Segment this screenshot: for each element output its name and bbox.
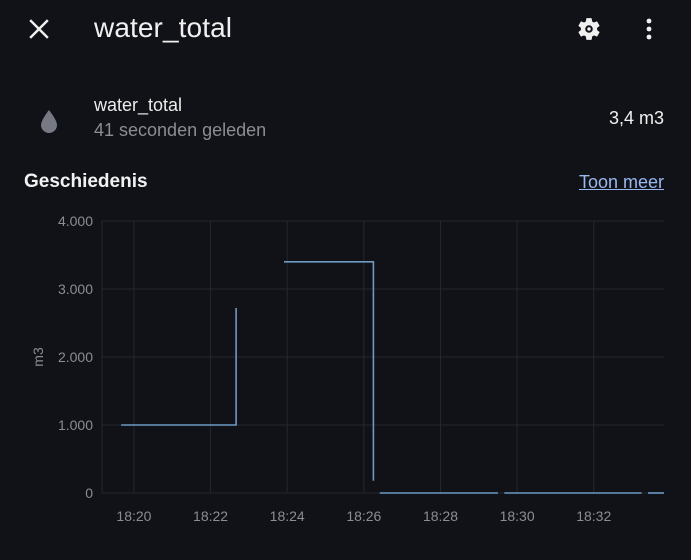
dialog-title: water_total xyxy=(94,12,233,43)
show-more-link[interactable]: Toon meer xyxy=(579,172,664,193)
history-title: Geschiedenis xyxy=(24,171,148,192)
y-tick-label: 0 xyxy=(85,485,93,501)
y-tick-label: 1.000 xyxy=(58,417,93,433)
x-tick-label: 18:30 xyxy=(500,508,535,524)
more-options-button[interactable] xyxy=(629,9,669,49)
series-line-segment xyxy=(284,260,375,481)
x-tick-label: 18:26 xyxy=(346,508,381,524)
dialog-header: water_total xyxy=(0,0,691,58)
x-tick-label: 18:22 xyxy=(193,508,228,524)
entity-name: water_total xyxy=(94,95,183,115)
x-axis-ticks: 18:20 18:22 18:24 18:26 18:28 18:30 18:32 xyxy=(116,508,611,524)
series-line-segment xyxy=(121,308,237,426)
y-tick-label: 2.000 xyxy=(58,349,93,365)
close-icon xyxy=(29,19,49,39)
y-axis-label: m3 xyxy=(30,347,46,367)
y-axis-ticks: 0 1.000 2.000 3.000 4.000 xyxy=(58,213,93,501)
y-tick-label: 4.000 xyxy=(58,213,93,229)
dots-vertical-icon xyxy=(646,18,652,40)
chart-series xyxy=(121,260,664,494)
x-tick-label: 18:24 xyxy=(270,508,305,524)
close-button[interactable] xyxy=(19,9,59,49)
entity-state: 3,4 m3 xyxy=(608,108,664,128)
entity-last-changed: 41 seconden geleden xyxy=(94,120,267,140)
x-tick-label: 18:28 xyxy=(423,508,458,524)
x-tick-label: 18:20 xyxy=(116,508,151,524)
history-chart[interactable]: 01.0002.0003.0004.000 18:20 18:22 18:24 18:… xyxy=(0,205,691,535)
settings-button[interactable] xyxy=(569,9,609,49)
gear-icon xyxy=(578,18,600,40)
chart-grid xyxy=(101,220,664,494)
water-drop-icon xyxy=(41,110,57,133)
y-tick-label: 3.000 xyxy=(58,281,93,297)
x-tick-label: 18:32 xyxy=(576,508,611,524)
entity-row: water_total 41 seconden geleden 3,4 m3 xyxy=(0,88,691,148)
